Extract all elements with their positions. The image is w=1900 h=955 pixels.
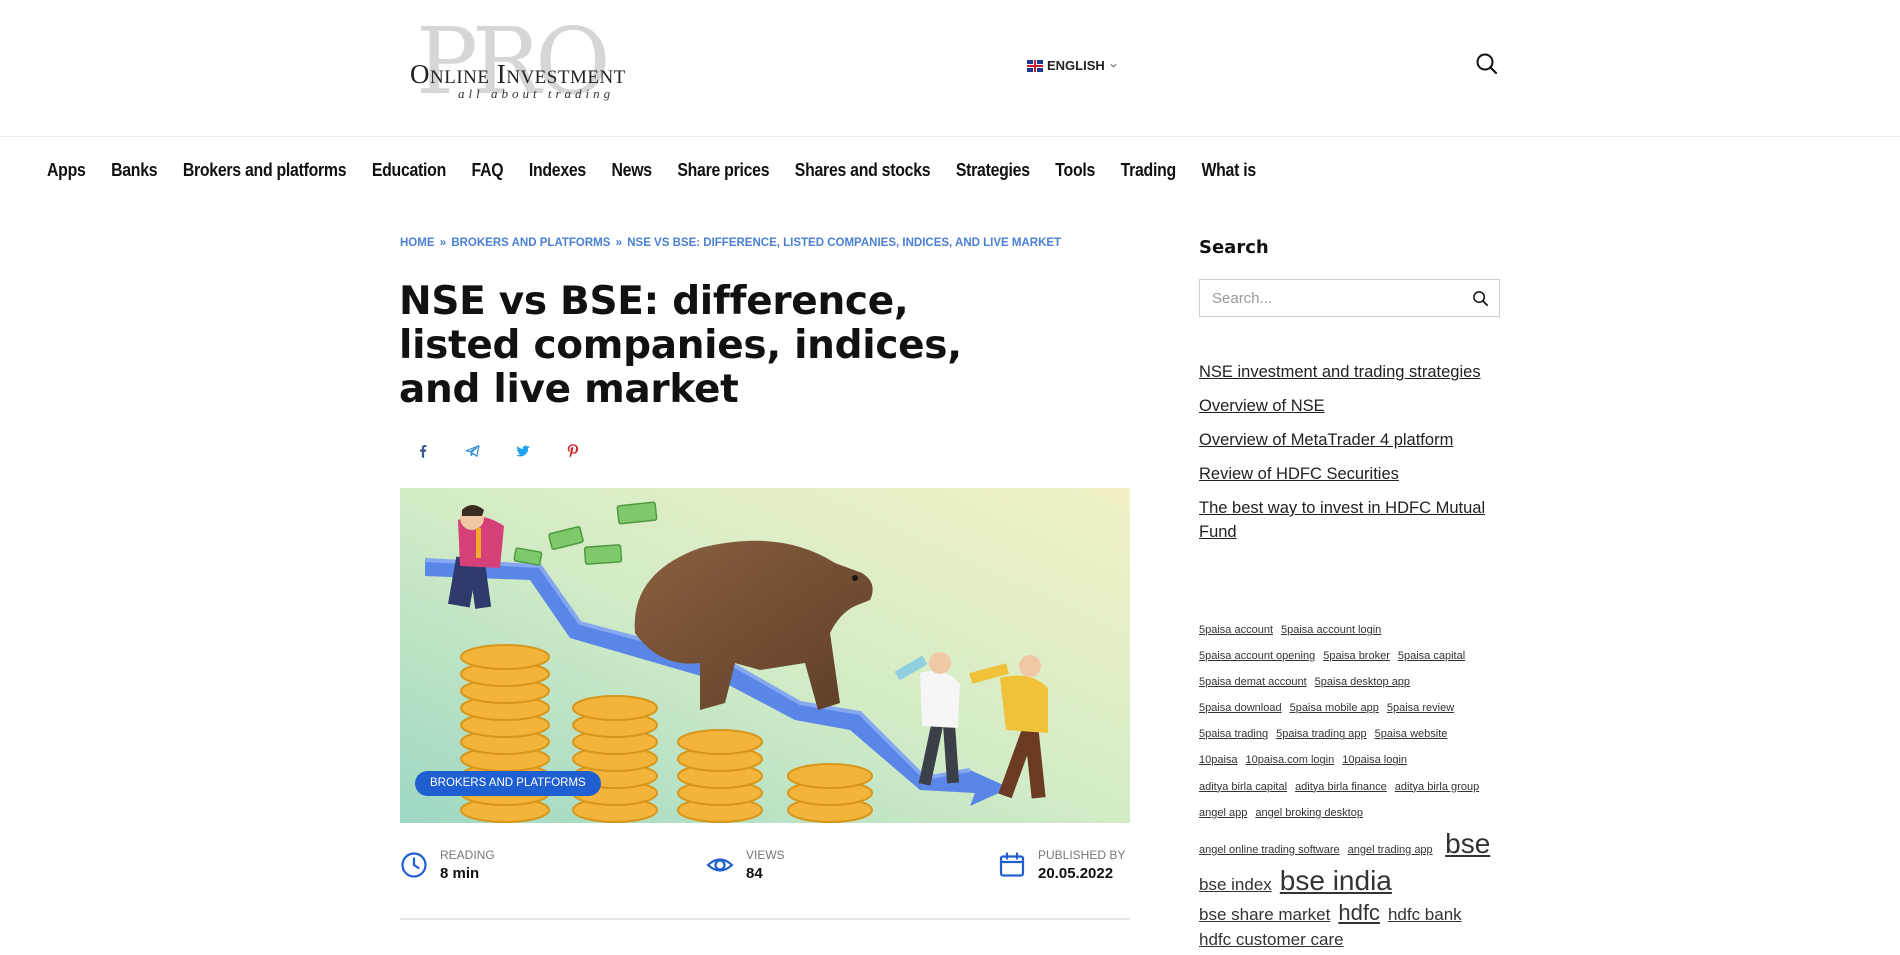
chevron-down-icon (1110, 63, 1117, 68)
tag-link[interactable]: 5paisa account (1199, 624, 1273, 636)
meta-divider (400, 918, 1130, 920)
nav-item-what-is[interactable]: What is (1201, 160, 1256, 181)
tag-link[interactable]: 5paisa broker (1323, 650, 1390, 662)
flag-uk-icon (1027, 59, 1043, 72)
nav-item-news[interactable]: News (611, 160, 652, 181)
sidebar-links: NSE investment and trading strategies Ov… (1199, 360, 1499, 554)
nav-item-brokers-and-platforms[interactable]: Brokers and platforms (183, 160, 347, 181)
tag-link-hdfc[interactable]: hdfc (1338, 900, 1380, 925)
sidebar-search-heading: Search (1199, 237, 1269, 258)
pinterest-icon[interactable] (564, 442, 582, 460)
tag-link[interactable]: 5paisa mobile app (1290, 702, 1379, 714)
tag-link[interactable]: angel broking desktop (1255, 807, 1363, 819)
sidebar-link[interactable]: Overview of MetaTrader 4 platform (1199, 428, 1499, 452)
tag-link[interactable]: angel trading app (1348, 844, 1433, 856)
clock-icon (401, 852, 427, 878)
telegram-icon[interactable] (464, 442, 482, 460)
main-nav: Apps Banks Brokers and platforms Educati… (47, 160, 1256, 181)
tag-link[interactable]: aditya birla finance (1295, 781, 1387, 793)
sidebar-link[interactable]: The best way to invest in HDFC Mutual Fu… (1199, 496, 1499, 544)
twitter-icon[interactable] (514, 442, 532, 460)
tag-link[interactable]: 5paisa download (1199, 702, 1282, 714)
tag-link[interactable]: 10paisa login (1342, 754, 1407, 766)
calendar-icon (999, 852, 1025, 877)
language-label: ENGLISH (1047, 58, 1105, 73)
tag-link[interactable]: angel online trading software (1199, 844, 1340, 856)
tag-link[interactable]: 5paisa capital (1398, 650, 1465, 662)
sidebar-link[interactable]: NSE investment and trading strategies (1199, 360, 1499, 384)
nav-item-banks[interactable]: Banks (111, 160, 157, 181)
nav-item-share-prices[interactable]: Share prices (677, 160, 769, 181)
nav-item-education[interactable]: Education (372, 160, 446, 181)
published-label: PUBLISHED BY (1038, 848, 1126, 862)
tag-link-bse-india[interactable]: bse india (1280, 865, 1392, 897)
views-value: 84 (746, 865, 763, 882)
tag-link-bse[interactable]: bse (1445, 828, 1490, 860)
tag-link-bse-index[interactable]: bse index (1199, 875, 1272, 895)
breadcrumb-current: NSE VS BSE: DIFFERENCE, LISTED COMPANIES… (627, 237, 1062, 249)
reading-time: READING 8 min (400, 848, 495, 882)
tag-link[interactable]: 5paisa trading app (1276, 728, 1367, 740)
language-switcher[interactable]: ENGLISH (1027, 58, 1118, 73)
sidebar-search-input[interactable] (1200, 280, 1460, 316)
breadcrumb-separator: » (439, 237, 447, 249)
tag-link-hdfc-customer-care[interactable]: hdfc customer care (1199, 930, 1344, 950)
reading-value: 8 min (440, 865, 480, 882)
tag-link[interactable]: 10paisa (1199, 754, 1238, 766)
category-badge[interactable]: BROKERS AND PLATFORMS (415, 771, 601, 796)
sidebar-link[interactable]: Review of HDFC Securities (1199, 462, 1499, 486)
share-bar (414, 442, 582, 460)
facebook-icon[interactable] (414, 442, 432, 460)
search-icon[interactable] (1475, 52, 1499, 76)
tag-link[interactable]: 5paisa account login (1281, 624, 1381, 636)
site-header: PRO Online Investment all about trading … (0, 0, 1900, 137)
article-title: NSE vs BSE: difference, listed companies… (399, 279, 962, 412)
views-count: VIEWS 84 (706, 848, 785, 882)
logo-tagline: all about trading (458, 86, 615, 101)
tag-link[interactable]: 5paisa review (1387, 702, 1454, 714)
nav-item-trading[interactable]: Trading (1121, 160, 1177, 181)
breadcrumb-separator: » (615, 237, 623, 249)
breadcrumb-home[interactable]: HOME (400, 237, 435, 249)
published-value: 20.05.2022 (1038, 865, 1114, 882)
tag-link[interactable]: 10paisa.com login (1246, 754, 1335, 766)
nav-item-indexes[interactable]: Indexes (529, 160, 586, 181)
search-icon[interactable] (1472, 290, 1489, 307)
sidebar-link[interactable]: Overview of NSE (1199, 394, 1499, 418)
nav-item-shares-and-stocks[interactable]: Shares and stocks (795, 160, 931, 181)
tag-link[interactable]: 5paisa website (1375, 728, 1448, 740)
tag-link-bse-share-market[interactable]: bse share market (1199, 905, 1330, 925)
sidebar-search-box (1199, 279, 1500, 317)
eye-icon (706, 858, 734, 872)
breadcrumb-section[interactable]: BROKERS AND PLATFORMS (451, 237, 610, 249)
nav-item-strategies[interactable]: Strategies (956, 160, 1030, 181)
tag-cloud: 5paisa account 5paisa account login 5paisa… (1199, 620, 1499, 955)
nav-item-apps[interactable]: Apps (47, 160, 86, 181)
tag-link-hdfc-bank[interactable]: hdfc bank (1388, 905, 1462, 925)
nav-item-tools[interactable]: Tools (1055, 160, 1095, 181)
nav-item-faq[interactable]: FAQ (472, 160, 504, 181)
views-label: VIEWS (746, 848, 785, 862)
tag-link[interactable]: 5paisa desktop app (1315, 676, 1410, 688)
tag-link[interactable]: 5paisa demat account (1199, 676, 1307, 688)
tag-link[interactable]: aditya birla group (1395, 781, 1479, 793)
tag-link[interactable]: 5paisa trading (1199, 728, 1268, 740)
tag-link[interactable]: angel app (1199, 807, 1247, 819)
tag-link[interactable]: 5paisa account opening (1199, 650, 1315, 662)
tag-link[interactable]: aditya birla capital (1199, 781, 1287, 793)
breadcrumb: HOME » BROKERS AND PLATFORMS » NSE VS BS… (400, 237, 1061, 249)
site-logo[interactable]: PRO Online Investment all about trading (410, 16, 650, 114)
published-date: PUBLISHED BY 20.05.2022 (998, 848, 1125, 882)
reading-label: READING (440, 848, 495, 862)
